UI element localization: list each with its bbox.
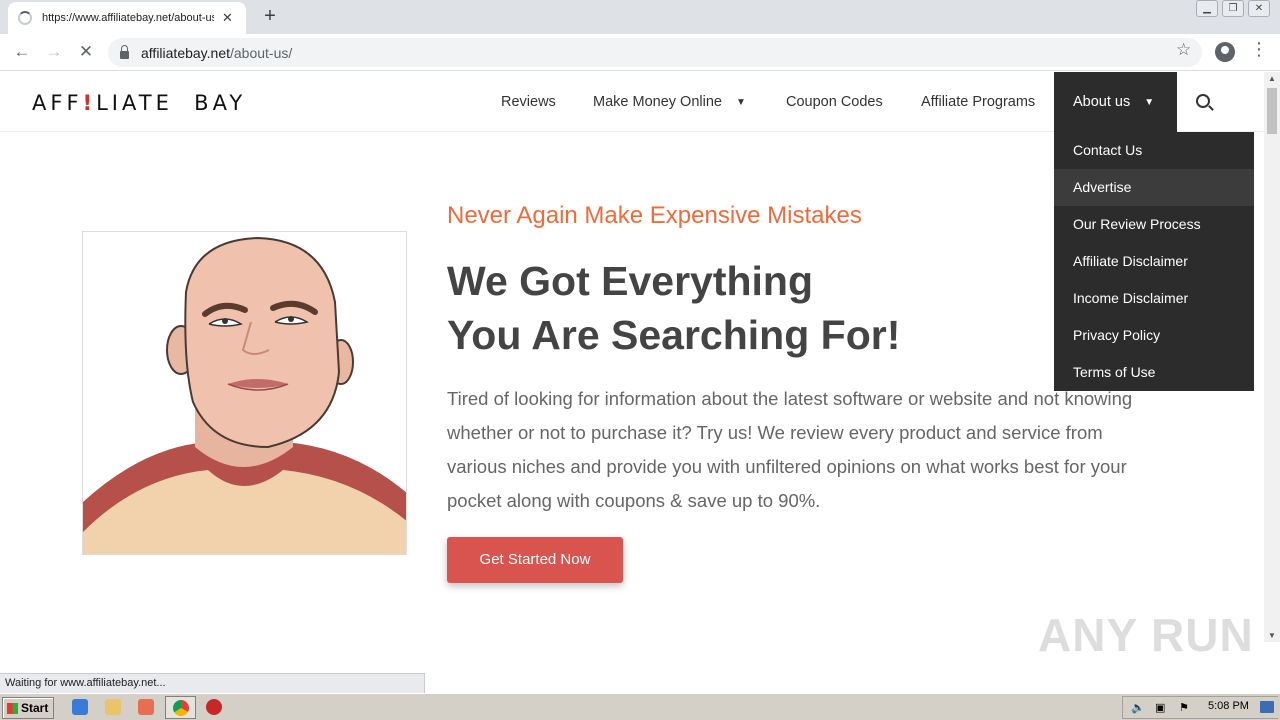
back-arrow-icon[interactable]: ← <box>10 40 34 64</box>
minimize-button[interactable]: ▁ <box>1196 0 1218 17</box>
browser-status-bar: Waiting for www.affiliatebay.net... <box>0 673 425 693</box>
chevron-down-icon: ▼ <box>1144 96 1155 108</box>
file-explorer-icon[interactable] <box>105 699 121 715</box>
chrome-icon <box>173 700 189 716</box>
screen: https://www.affiliatebay.net/about-us/ ✕… <box>0 0 1280 720</box>
scrollbar-thumb[interactable] <box>1267 88 1277 134</box>
menu-item-review-process[interactable]: Our Review Process <box>1054 206 1254 243</box>
nav-about-label: About us <box>1073 94 1131 110</box>
tab-close-icon[interactable]: ✕ <box>222 10 233 26</box>
opera-icon[interactable] <box>206 699 222 715</box>
author-portrait-image <box>82 231 407 555</box>
forward-arrow-icon[interactable]: → <box>42 40 66 64</box>
hero-headline-line-2: You Are Searching For! <box>447 312 901 358</box>
hero-description: Tired of looking for information about t… <box>447 388 1133 511</box>
logo-text-end: LIATE BAY <box>96 91 247 115</box>
restore-button[interactable]: ❐ <box>1222 0 1244 17</box>
nav-coupon-codes[interactable]: Coupon Codes <box>786 72 883 132</box>
logo-text-start: AFF <box>32 91 83 115</box>
taskbar-clock[interactable]: 5:08 PM <box>1208 700 1249 712</box>
menu-item-privacy-policy[interactable]: Privacy Policy <box>1054 317 1254 354</box>
loading-spinner-icon <box>18 11 32 25</box>
volume-icon[interactable]: 🔈 <box>1131 701 1145 714</box>
browser-menu-icon[interactable]: ⋮ <box>1250 39 1268 60</box>
nav-make-money-online[interactable]: Make Money Online ▼ <box>593 72 746 132</box>
search-icon[interactable] <box>1196 94 1210 108</box>
hero-headline: We Got Everything You Are Searching For! <box>447 254 900 362</box>
scroll-up-icon[interactable]: ▲ <box>1268 74 1276 83</box>
nav-make-money-label: Make Money Online <box>593 94 722 110</box>
close-window-button[interactable]: ✕ <box>1248 0 1270 17</box>
menu-item-contact-us[interactable]: Contact Us <box>1054 132 1254 169</box>
about-dropdown-menu: Contact Us Advertise Our Review Process … <box>1054 132 1254 391</box>
site-logo[interactable]: AFF!LIATE BAY <box>32 91 246 115</box>
bookmark-star-icon[interactable]: ☆ <box>1176 40 1191 60</box>
tab-title: https://www.affiliatebay.net/about-us/ <box>42 12 214 24</box>
logo-mark: ! <box>82 91 97 115</box>
lock-icon <box>120 44 129 59</box>
site-header: AFF!LIATE BAY Reviews Make Money Online ▼… <box>0 72 1264 132</box>
anyrun-watermark: ANY RUN <box>1038 609 1254 661</box>
url-path: /about-us/ <box>230 44 293 61</box>
hero-tagline: Never Again Make Expensive Mistakes <box>447 202 862 229</box>
media-player-icon[interactable] <box>138 699 154 715</box>
action-center-flag-icon[interactable]: ⚑ <box>1179 701 1189 714</box>
system-tray: 🔈 ▣ ⚑ <box>1122 696 1278 719</box>
windows-logo-icon <box>7 703 18 714</box>
portrait-illustration <box>83 236 406 554</box>
page-scrollbar[interactable]: ▲ ▼ <box>1264 72 1280 642</box>
internet-explorer-icon[interactable] <box>72 699 88 715</box>
hero-headline-line-1: We Got Everything <box>447 258 814 304</box>
nav-reviews[interactable]: Reviews <box>501 72 556 132</box>
menu-item-income-disclaimer[interactable]: Income Disclaimer <box>1054 280 1254 317</box>
nav-affiliate-programs[interactable]: Affiliate Programs <box>921 72 1035 132</box>
menu-item-advertise[interactable]: Advertise <box>1054 169 1254 206</box>
url-text: affiliatebay.net/about-us/ <box>141 45 292 61</box>
scroll-down-icon[interactable]: ▼ <box>1268 631 1276 640</box>
browser-tab[interactable]: https://www.affiliatebay.net/about-us/ ✕ <box>8 2 246 34</box>
start-label: Start <box>21 701 49 715</box>
chrome-taskbar-button[interactable] <box>165 696 196 719</box>
address-bar[interactable]: affiliatebay.net/about-us/ <box>108 38 1202 67</box>
browser-toolbar: ← → ✕ affiliatebay.net/about-us/ ☆ ⋮ <box>0 34 1280 71</box>
nav-about-us[interactable]: About us ▼ <box>1054 72 1177 132</box>
menu-item-affiliate-disclaimer[interactable]: Affiliate Disclaimer <box>1054 243 1254 280</box>
start-button[interactable]: Start <box>2 697 54 719</box>
profile-avatar-icon[interactable] <box>1215 42 1235 62</box>
windows-taskbar: Start 🔈 ▣ ⚑ 5:08 PM <box>0 693 1280 720</box>
network-icon[interactable]: ▣ <box>1155 701 1165 714</box>
get-started-button[interactable]: Get Started Now <box>447 537 623 583</box>
browser-tab-strip: https://www.affiliatebay.net/about-us/ ✕… <box>0 0 1280 34</box>
chevron-down-icon: ▼ <box>735 96 746 108</box>
show-desktop-icon[interactable] <box>1260 701 1274 713</box>
window-controls: ▁ ❐ ✕ <box>1196 0 1270 17</box>
url-domain: affiliatebay.net <box>141 44 230 61</box>
stop-loading-icon[interactable]: ✕ <box>74 40 98 64</box>
new-tab-button[interactable]: + <box>258 4 282 28</box>
